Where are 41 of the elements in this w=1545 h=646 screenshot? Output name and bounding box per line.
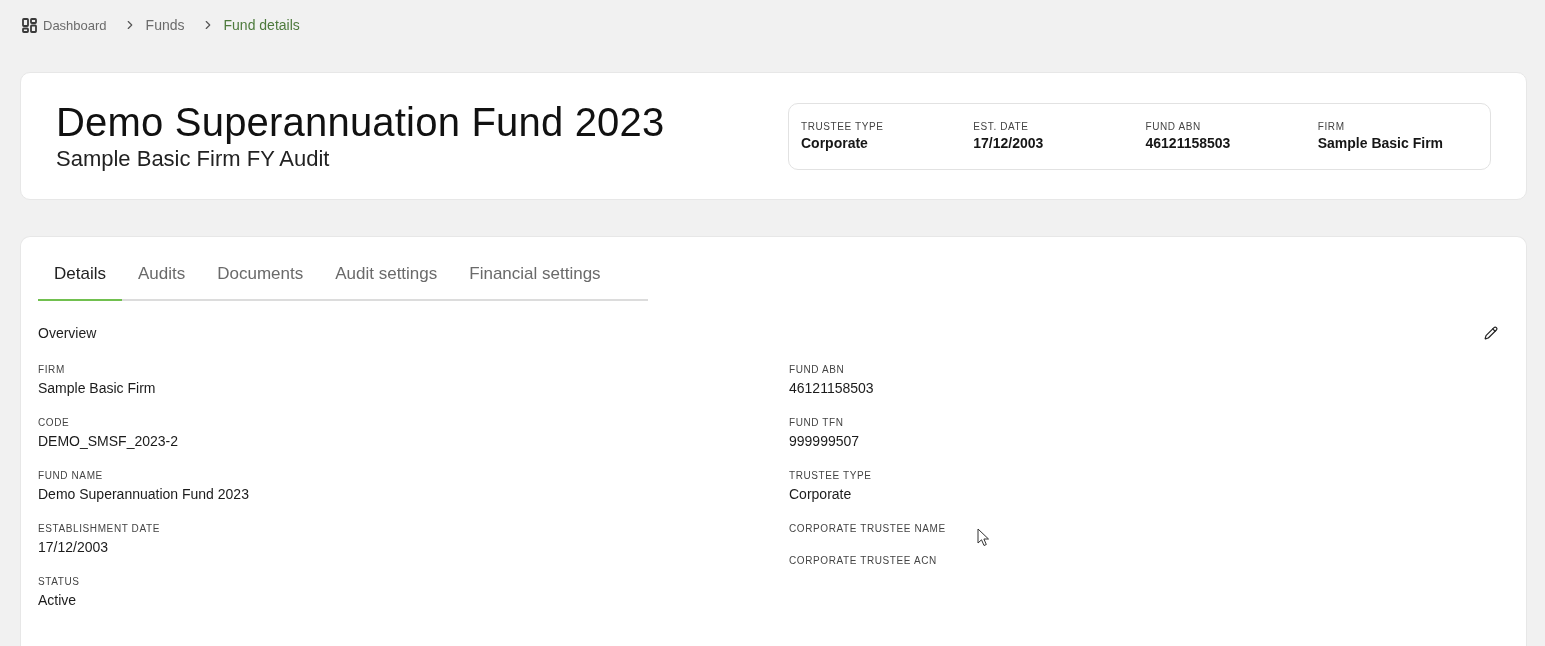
field-label: FUND TFN [789,416,845,429]
field-value: Demo Superannuation Fund 2023 [38,485,250,503]
edit-button[interactable] [1483,325,1499,341]
field-label: FIRM [38,363,66,376]
field-label: FUND ABN [789,363,846,376]
field-label: CODE [38,416,71,429]
summary-value: Sample Basic Firm [1317,134,1445,152]
breadcrumb-current: Fund details [223,17,300,33]
breadcrumb-link[interactable]: Dashboard [22,17,107,33]
breadcrumb-link[interactable]: Funds [145,17,185,33]
field-label: FUND NAME [38,469,104,482]
field-value: Sample Basic Firm [38,379,157,397]
tab[interactable]: Documents [201,249,320,301]
tab[interactable]: Financial settings [453,249,617,301]
field-label: ESTABLISHMENT DATE [38,522,161,535]
pencil-icon [1484,326,1498,340]
tab[interactable]: Audits [121,249,202,301]
summary-value: 46121158503 [1145,134,1232,152]
field-value: Active [38,591,78,609]
summary-label: TRUSTEE TYPE [801,120,885,133]
field-value: DEMO_SMSF_2023-2 [38,432,180,450]
field-label: STATUS [38,575,81,588]
field-label: TRUSTEE TYPE [789,469,873,482]
field-label: CORPORATE TRUSTEE NAME [789,522,947,535]
summary-label: FUND ABN [1145,120,1202,133]
field-value: 17/12/2003 [38,538,110,556]
summary-label: EST. DATE [973,120,1030,133]
tab[interactable]: Details [38,249,122,301]
field-value: 46121158503 [789,379,875,397]
fund-title: Demo Superannuation Fund 2023 [56,99,665,145]
grid-icon [22,17,37,33]
field-value: 999999507 [789,432,861,450]
summary-value: 17/12/2003 [973,134,1045,152]
mouse-pointer-icon [977,528,990,547]
field-value: Corporate [789,485,853,503]
fund-subtitle: Sample Basic Firm FY Audit [56,145,331,173]
summary-label: FIRM [1317,120,1346,133]
field-label: CORPORATE TRUSTEE ACN [789,554,938,567]
section-title: Overview [38,325,97,341]
summary-value: Corporate [801,134,869,152]
tab[interactable]: Audit settings [319,249,454,301]
